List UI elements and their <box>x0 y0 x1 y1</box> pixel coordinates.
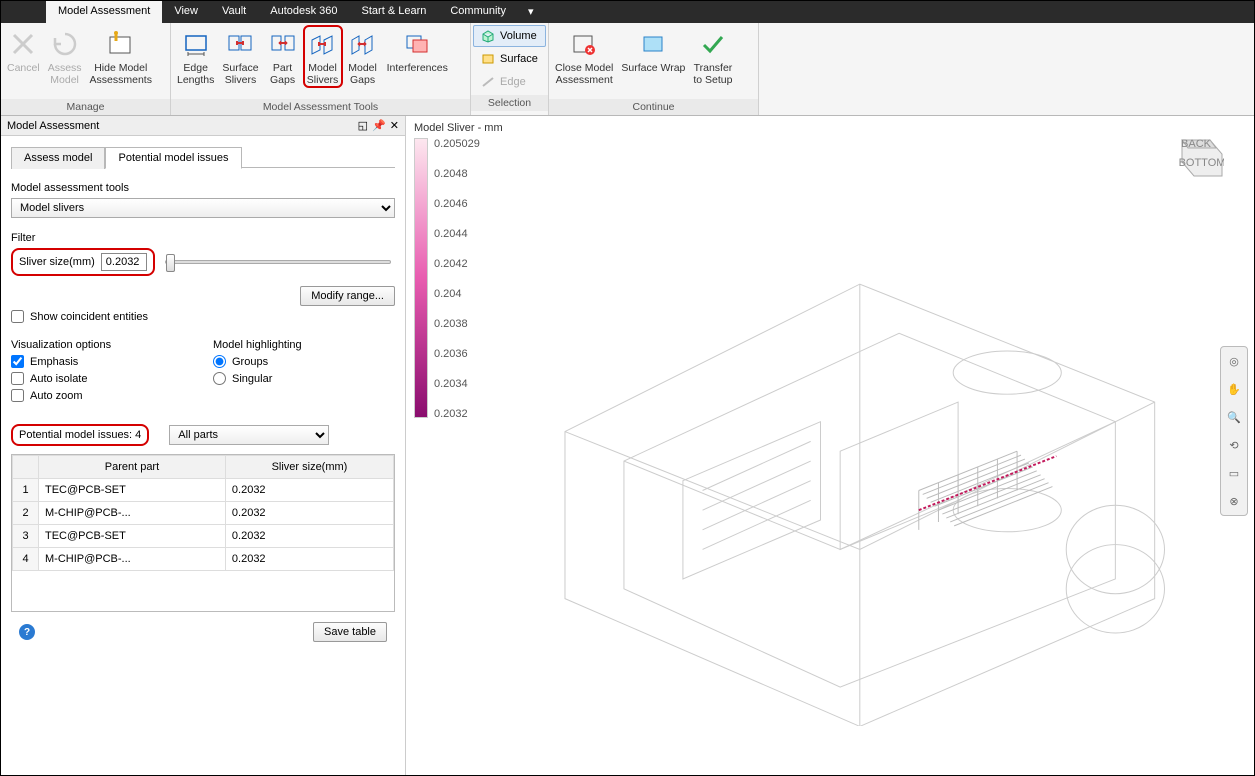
cancel-icon <box>7 28 39 60</box>
modify-range-button[interactable]: Modify range... <box>300 286 395 306</box>
tab-assess-model[interactable]: Assess model <box>11 147 105 169</box>
selection-volume[interactable]: Volume <box>473 25 546 47</box>
auto-zoom-checkbox[interactable] <box>11 389 24 402</box>
model-slivers-icon <box>307 28 339 60</box>
groups-radio[interactable] <box>213 355 226 368</box>
surface-icon <box>480 51 496 67</box>
auto-zoom-label: Auto zoom <box>30 390 83 402</box>
model-slivers-button[interactable]: Model Slivers <box>303 25 343 88</box>
singular-label: Singular <box>232 373 272 385</box>
table-row[interactable]: 3TEC@PCB-SET0.2032 <box>13 525 394 548</box>
menu-tab-model-assessment[interactable]: Model Assessment <box>46 1 162 23</box>
issues-table: Parent part Sliver size(mm) 1TEC@PCB-SET… <box>12 455 394 571</box>
table-row[interactable]: 1TEC@PCB-SET0.2032 <box>13 479 394 502</box>
model-gaps-icon <box>347 28 379 60</box>
edge-lengths-icon <box>180 28 212 60</box>
checkmark-icon <box>697 28 729 60</box>
selection-surface[interactable]: Surface <box>473 48 546 70</box>
legend-title: Model Sliver - mm <box>414 122 503 134</box>
menu-overflow-icon[interactable]: ▾ <box>518 1 544 23</box>
table-row[interactable]: 2M-CHIP@PCB-...0.2032 <box>13 502 394 525</box>
show-coincident-checkbox[interactable] <box>11 310 24 323</box>
ribbon-group-manage-label: Manage <box>1 99 170 115</box>
panel-restore-icon[interactable]: ◱ <box>358 119 368 132</box>
close-assessment-icon <box>568 28 600 60</box>
menu-tab-autodesk360[interactable]: Autodesk 360 <box>258 1 349 23</box>
nav-orbit-icon[interactable]: ⟲ <box>1224 435 1244 455</box>
viz-options-label: Visualization options <box>11 339 193 351</box>
nav-close-icon[interactable]: ⊗ <box>1224 491 1244 511</box>
interferences-button[interactable]: Interferences <box>383 25 452 74</box>
emphasis-label: Emphasis <box>30 356 78 368</box>
tools-select[interactable]: Model slivers <box>11 198 395 218</box>
refresh-icon <box>49 28 81 60</box>
cancel-button[interactable]: Cancel <box>3 25 44 74</box>
ribbon-group-continue-label: Continue <box>549 99 758 115</box>
surface-wrap-icon <box>637 28 669 60</box>
groups-label: Groups <box>232 356 268 368</box>
sliver-size-label: Sliver size(mm) <box>19 256 95 268</box>
edge-icon <box>480 74 496 90</box>
transfer-to-setup-button[interactable]: Transfer to Setup <box>689 25 736 86</box>
surface-wrap-button[interactable]: Surface Wrap <box>617 25 689 74</box>
nav-zoom-icon[interactable]: 🔍 <box>1224 407 1244 427</box>
col-parent[interactable]: Parent part <box>39 456 226 479</box>
menu-tab-start-learn[interactable]: Start & Learn <box>350 1 439 23</box>
svg-text:BACK: BACK <box>1181 138 1212 150</box>
filter-label: Filter <box>11 232 395 244</box>
sliver-size-slider[interactable] <box>165 260 391 264</box>
menu-tab-community[interactable]: Community <box>438 1 518 23</box>
highlight-label: Model highlighting <box>213 339 395 351</box>
show-coincident-label: Show coincident entities <box>30 311 148 323</box>
nav-pan-icon[interactable]: ✋ <box>1224 379 1244 399</box>
selection-edge: Edge <box>473 71 546 93</box>
model-wireframe <box>506 176 1194 726</box>
legend-ticks: 0.2050290.20480.20460.20440.20420.2040.2… <box>434 138 480 420</box>
volume-icon <box>480 28 496 44</box>
nav-steering-icon[interactable]: ◎ <box>1224 351 1244 371</box>
interferences-icon <box>401 28 433 60</box>
issues-count-label: Potential model issues: 4 <box>19 429 141 441</box>
tools-label: Model assessment tools <box>11 182 395 194</box>
ribbon: Cancel Assess Model Hide Model Assessmen… <box>1 23 1254 116</box>
table-row[interactable]: 4M-CHIP@PCB-...0.2032 <box>13 548 394 571</box>
tab-potential-issues[interactable]: Potential model issues <box>105 147 241 169</box>
legend-gradient <box>414 138 428 418</box>
sliver-size-input[interactable] <box>101 253 147 271</box>
model-assessment-panel: Model Assessment ◱ 📌 ✕ Assess model Pote… <box>1 116 406 775</box>
emphasis-checkbox[interactable] <box>11 355 24 368</box>
panel-title: Model Assessment <box>7 120 99 132</box>
help-icon[interactable]: ? <box>19 624 35 640</box>
save-table-button[interactable]: Save table <box>313 622 387 642</box>
part-gaps-button[interactable]: Part Gaps <box>263 25 303 86</box>
parts-filter-select[interactable]: All parts <box>169 425 329 445</box>
nav-toolbar: ◎ ✋ 🔍 ⟲ ▭ ⊗ <box>1220 346 1248 516</box>
model-gaps-button[interactable]: Model Gaps <box>343 25 383 86</box>
auto-isolate-checkbox[interactable] <box>11 372 24 385</box>
main-menubar: Model Assessment View Vault Autodesk 360… <box>1 1 1254 23</box>
ribbon-group-tools-label: Model Assessment Tools <box>171 99 470 115</box>
singular-radio[interactable] <box>213 372 226 385</box>
surface-slivers-icon <box>224 28 256 60</box>
surface-slivers-button[interactable]: Surface Slivers <box>218 25 262 86</box>
panel-close-icon[interactable]: ✕ <box>390 119 399 132</box>
nav-lookat-icon[interactable]: ▭ <box>1224 463 1244 483</box>
svg-text:BOTTOM: BOTTOM <box>1179 157 1224 169</box>
viewport[interactable]: Model Sliver - mm 0.2050290.20480.20460.… <box>406 116 1254 775</box>
menu-tab-view[interactable]: View <box>162 1 210 23</box>
close-model-assessment-button[interactable]: Close Model Assessment <box>551 25 617 86</box>
sliver-size-highlight: Sliver size(mm) <box>11 248 155 276</box>
assess-model-button[interactable]: Assess Model <box>44 25 86 86</box>
ribbon-group-selection-label: Selection <box>471 95 548 111</box>
hide-assessments-icon <box>105 28 137 60</box>
issues-count-highlight: Potential model issues: 4 <box>11 424 149 446</box>
hide-model-assessments-button[interactable]: Hide Model Assessments <box>86 25 156 86</box>
col-size[interactable]: Sliver size(mm) <box>225 456 393 479</box>
menu-tab-vault[interactable]: Vault <box>210 1 258 23</box>
auto-isolate-label: Auto isolate <box>30 373 87 385</box>
panel-pin-icon[interactable]: 📌 <box>372 119 386 132</box>
edge-lengths-button[interactable]: Edge Lengths <box>173 25 218 86</box>
part-gaps-icon <box>267 28 299 60</box>
